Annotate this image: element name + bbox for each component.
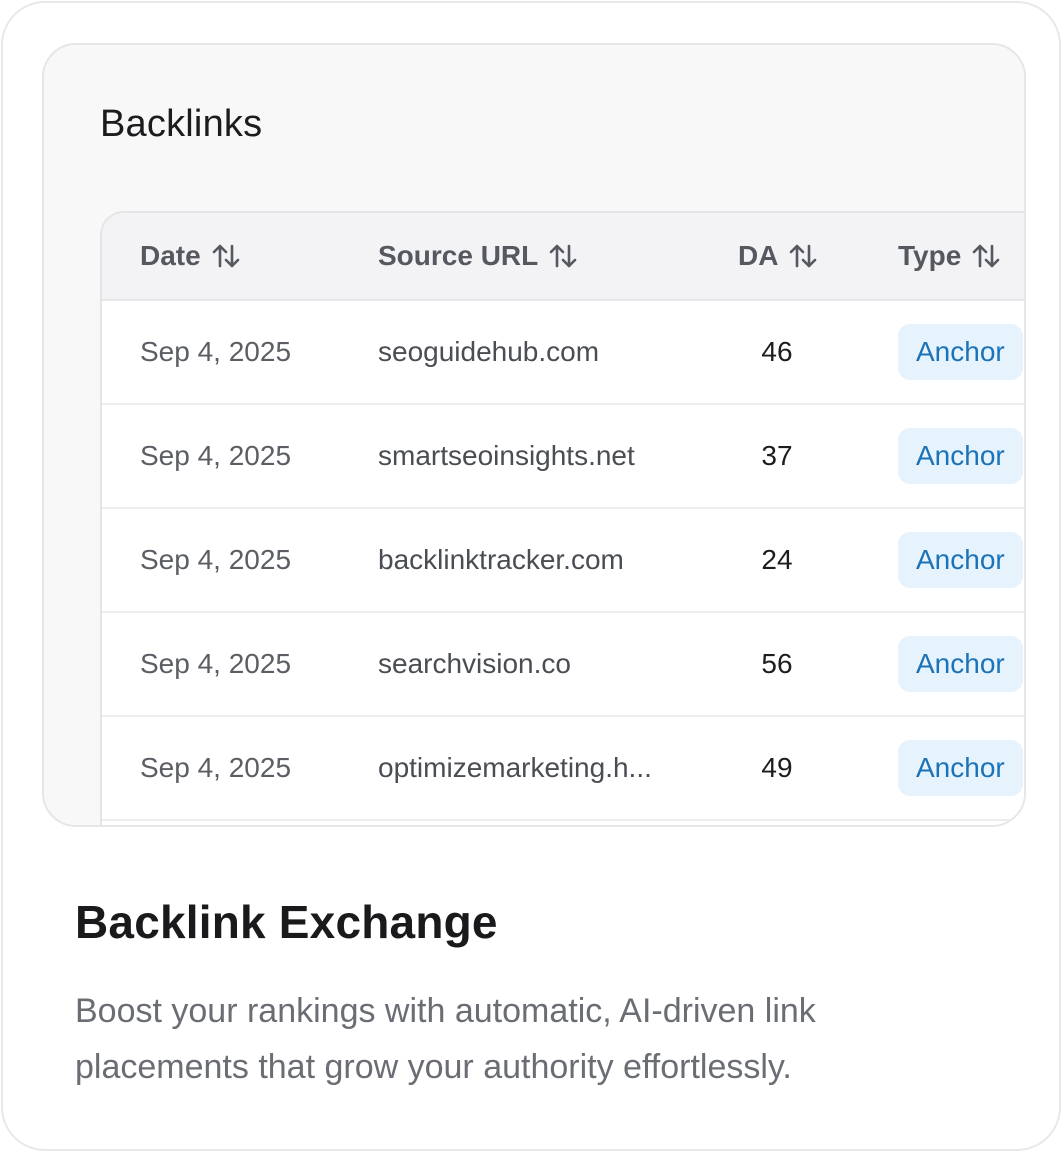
type-badge: Anchor: [898, 428, 1023, 484]
source-url-text: backlinktracker.com: [378, 544, 624, 575]
table-row[interactable]: Sep 4, 2025 optimizemarketing.h... 49 An…: [102, 717, 1024, 821]
source-url-text: searchvision.co: [378, 648, 571, 679]
cell-date: Sep 4, 2025: [140, 648, 292, 679]
type-badge: Anchor: [898, 532, 1023, 588]
column-header-label: Type: [898, 240, 962, 271]
cell-da: 24: [761, 544, 793, 575]
cell-da: 56: [761, 648, 793, 679]
table-row[interactable]: Sep 4, 2025 smartseoinsights.net 37 Anch…: [102, 405, 1024, 509]
sort-arrows-icon[interactable]: [211, 242, 241, 270]
table-header: Date Source URL DA Type: [102, 213, 1024, 301]
source-url-text: optimizemarketing.h...: [378, 752, 652, 783]
column-header-label: DA: [738, 240, 779, 271]
cell-type: Anchor: [898, 613, 1023, 715]
cell-type: Anchor: [898, 509, 1023, 611]
cell-source-url[interactable]: smartseoinsights.net: [378, 405, 668, 507]
sort-arrows-icon[interactable]: [788, 242, 818, 270]
cell-date: Sep 4, 2025: [140, 544, 292, 575]
cell-source-url[interactable]: searchvision.co: [378, 613, 668, 715]
cell-source-url[interactable]: optimizemarketing.h...: [378, 717, 668, 819]
source-url-text: seoguidehub.com: [378, 336, 600, 367]
column-header-label: Date: [140, 240, 201, 271]
column-header-da[interactable]: DA: [738, 213, 818, 299]
feature-card: Backlinks Date Source URL DA Type Sep 4,…: [1, 1, 1061, 1151]
type-badge: Anchor: [898, 740, 1023, 796]
cell-source-url[interactable]: seoguidehub.com: [378, 301, 668, 403]
cell-da: 46: [761, 336, 793, 367]
cell-date: Sep 4, 2025: [140, 752, 292, 783]
cell-date: Sep 4, 2025: [140, 440, 292, 471]
column-header-type[interactable]: Type: [898, 213, 1001, 299]
backlinks-preview-panel: Backlinks Date Source URL DA Type Sep 4,…: [42, 43, 1026, 827]
feature-description: Boost your rankings with automatic, AI-d…: [75, 992, 816, 1086]
table-row[interactable]: Sep 4, 2025 backlinktracker.com 24 Ancho…: [102, 509, 1024, 613]
column-header-label: Source URL: [378, 240, 539, 271]
backlinks-table: Date Source URL DA Type Sep 4, 2025 seog…: [100, 211, 1024, 825]
panel-title: Backlinks: [100, 103, 263, 145]
type-badge: Anchor: [898, 636, 1023, 692]
column-header-date[interactable]: Date: [140, 213, 241, 299]
cell-da: 37: [761, 440, 793, 471]
cell-type: Anchor: [898, 717, 1023, 819]
sort-arrows-icon[interactable]: [548, 242, 578, 270]
column-header-source-url[interactable]: Source URL: [378, 213, 578, 299]
source-url-text: smartseoinsights.net: [378, 440, 635, 471]
type-badge: Anchor: [898, 324, 1023, 380]
cell-date: Sep 4, 2025: [140, 336, 292, 367]
feature-title: Backlink Exchange: [75, 896, 498, 948]
cell-type: Anchor: [898, 405, 1023, 507]
cell-type: Anchor: [898, 301, 1023, 403]
cell-source-url[interactable]: backlinktracker.com: [378, 509, 668, 611]
sort-arrows-icon[interactable]: [971, 242, 1001, 270]
table-row[interactable]: Sep 4, 2025 searchvision.co 56 Anchor: [102, 613, 1024, 717]
table-row[interactable]: Sep 4, 2025 seoguidehub.com 46 Anchor: [102, 301, 1024, 405]
cell-da: 49: [761, 752, 793, 783]
